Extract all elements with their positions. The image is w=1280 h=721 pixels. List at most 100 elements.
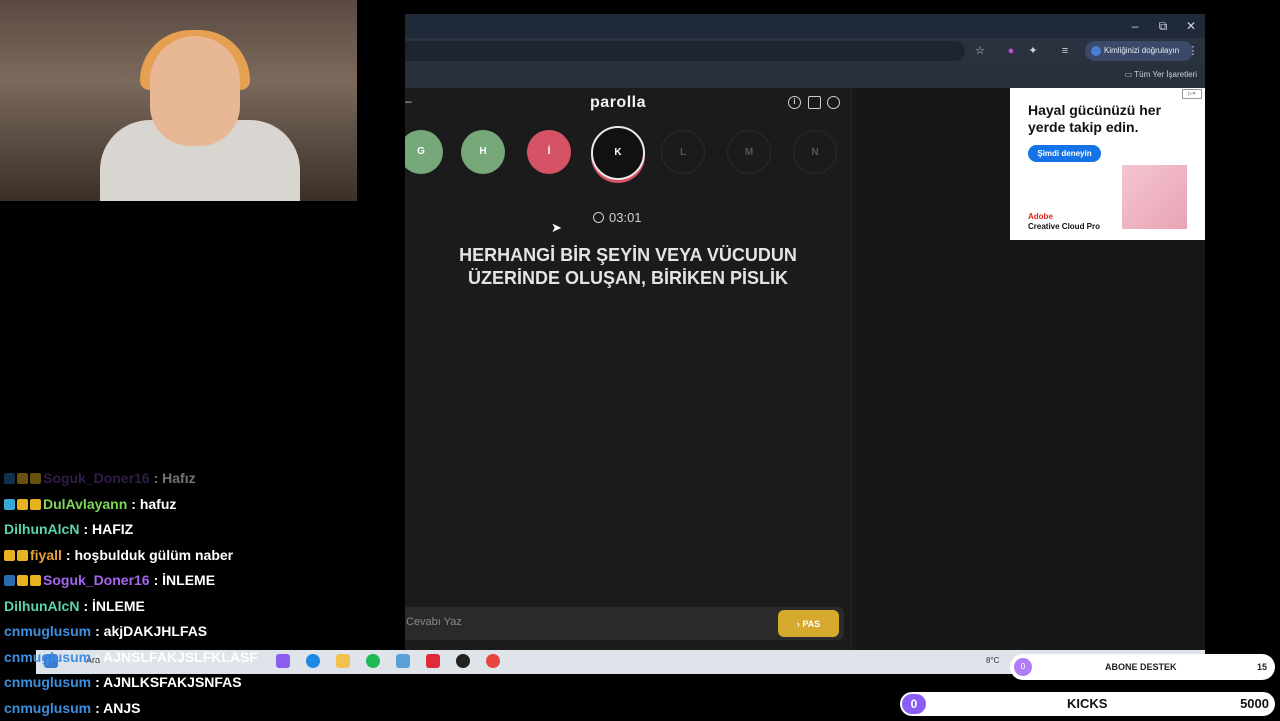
chat-text: : İNLEME <box>154 572 215 588</box>
media-icon[interactable]: ≡ <box>1057 43 1073 59</box>
timer: 03:01 <box>593 210 642 225</box>
badge-icon <box>17 575 28 586</box>
chat-text: : ANJS <box>95 700 140 716</box>
chat-message: fiyall: hoşbulduk gülüm naber <box>0 543 400 569</box>
ad-product: Creative Cloud Pro <box>1028 222 1100 231</box>
weather-text: 8°C <box>986 656 999 665</box>
chat-message: Soguk_Doner16: Hafız <box>0 466 400 492</box>
letter-done: G <box>405 130 443 174</box>
ad-headline: Hayal gücünüzü her yerde takip edin. <box>1028 102 1193 136</box>
badge-icon <box>4 575 15 586</box>
obs-icon[interactable] <box>456 654 470 668</box>
chat-username[interactable]: cnmuglusum <box>4 649 91 665</box>
browser-toolbar: ☆ ● ✦ ≡ Kimliğinizi doğrulayın ⋮ <box>405 38 1205 64</box>
chat-username[interactable]: DilhunAlcN <box>4 598 79 614</box>
kicks-goal: 5000 <box>1240 696 1269 711</box>
chat-message: cnmuglusum: akjDAKJHLFAS <box>0 619 400 645</box>
badge-icon <box>30 499 41 510</box>
chat-message: DulAvlayann: hafuz <box>0 492 400 518</box>
ad-cta-button[interactable]: Şimdi deneyin <box>1028 145 1101 162</box>
puzzle-icon[interactable]: ✦ <box>1025 43 1041 59</box>
all-bookmarks-link[interactable]: ▭ Tüm Yer İşaretleri <box>1125 70 1197 79</box>
chat-text: : hoşbulduk gülüm naber <box>66 547 233 563</box>
chat-username[interactable]: DilhunAlcN <box>4 521 79 537</box>
chat-username[interactable]: cnmuglusum <box>4 674 91 690</box>
question-text: HERHANGİ BİR ŞEYİN VEYA VÜCUDUN ÜZERİNDE… <box>425 244 831 290</box>
pass-button[interactable]: › PAS <box>778 610 839 637</box>
chat-message: cnmuglusum: AJNSLFAKJSLFKLASF <box>0 645 400 671</box>
chat-text: : İNLEME <box>83 598 144 614</box>
timer-value: 03:01 <box>609 210 642 225</box>
profile-icon <box>1091 46 1101 56</box>
chat-message: cnmuglusum: AJNLKSFAKJSNFAS <box>0 670 400 696</box>
sub-goal-count: 15 <box>1257 662 1267 672</box>
letter-pending: N <box>793 130 837 174</box>
chat-message: DilhunAlcN: HAFIZ <box>0 517 400 543</box>
ad-choices-icon[interactable]: ▷✕ <box>1182 89 1202 99</box>
chat-message: cnmuglusum: ANJS <box>0 696 400 721</box>
chat-username[interactable]: cnmuglusum <box>4 700 91 716</box>
ad-image <box>1122 165 1187 229</box>
chat-text: : AJNSLFAKJSLFKLASF <box>95 649 258 665</box>
mouse-cursor-icon: ➤ <box>551 220 562 236</box>
letter-done: H <box>461 130 505 174</box>
badge-icon <box>17 499 28 510</box>
answer-bar: › PAS <box>405 607 844 640</box>
page-content: – parolla i GHİKLMN 03:01 HERHANGİ BİR Ş… <box>405 88 1205 674</box>
kicks-goal-bar: 0 KICKS 5000 <box>900 692 1275 716</box>
sub-progress-dot: 0 <box>1014 658 1032 676</box>
letter-active: K <box>591 126 645 180</box>
adobe-logo: Adobe <box>1028 212 1100 222</box>
info-icon[interactable]: i <box>788 96 801 109</box>
browser-titlebar: – ⧉ ✕ <box>405 14 1205 38</box>
badge-icon <box>4 550 15 561</box>
chat-message: Soguk_Doner16: İNLEME <box>0 568 400 594</box>
back-icon[interactable]: – <box>405 94 412 108</box>
sub-goal-bar: 0 ABONE DESTEK 15 <box>1010 654 1275 680</box>
chat-username[interactable]: DulAvlayann <box>43 496 127 512</box>
letter-pending: M <box>727 130 771 174</box>
chat-text: : hafuz <box>131 496 176 512</box>
profile-button[interactable]: Kimliğinizi doğrulayın <box>1085 41 1193 61</box>
answer-input[interactable] <box>405 615 708 629</box>
kicks-label: KICKS <box>1067 696 1107 711</box>
letter-wrong: İ <box>527 130 571 174</box>
chat-username[interactable]: fiyall <box>30 547 62 563</box>
close-icon[interactable]: ✕ <box>1183 18 1199 34</box>
record-icon[interactable] <box>426 654 440 668</box>
chat-text: : akjDAKJHLFAS <box>95 623 207 639</box>
badge-icon <box>30 473 41 484</box>
account-icon[interactable] <box>827 96 840 109</box>
restore-icon[interactable]: ⧉ <box>1155 18 1171 34</box>
webcam-feed <box>0 0 357 201</box>
chat-text: : Hafız <box>154 470 196 486</box>
profile-label: Kimliğinizi doğrulayın <box>1104 46 1179 55</box>
stream-chat: Soguk_Doner16: HafızDulAvlayann: hafuzDi… <box>0 466 400 721</box>
chrome-icon[interactable] <box>486 654 500 668</box>
menu-icon[interactable]: ⋮ <box>1185 43 1201 59</box>
ad-brand: Adobe Creative Cloud Pro <box>1028 212 1100 232</box>
sub-goal-label: ABONE DESTEK <box>1105 662 1177 672</box>
letter-pending: L <box>661 130 705 174</box>
badge-icon <box>30 575 41 586</box>
bookmarks-bar: ▭ Tüm Yer İşaretleri <box>405 64 1205 88</box>
ad-banner[interactable]: ▷✕ Hayal gücünüzü her yerde takip edin. … <box>1010 88 1205 240</box>
chat-username[interactable]: Soguk_Doner16 <box>43 572 150 588</box>
browser-window: – ⧉ ✕ ☆ ● ✦ ≡ Kimliğinizi doğrulayın ⋮ ▭… <box>405 14 1205 674</box>
address-bar[interactable] <box>405 41 965 61</box>
minimize-icon[interactable]: – <box>1127 18 1143 34</box>
parolla-game: – parolla i GHİKLMN 03:01 HERHANGİ BİR Ş… <box>405 88 852 674</box>
chat-username[interactable]: Soguk_Doner16 <box>43 470 150 486</box>
star-icon[interactable]: ☆ <box>972 43 988 59</box>
chat-message: DilhunAlcN: İNLEME <box>0 594 400 620</box>
chat-username[interactable]: cnmuglusum <box>4 623 91 639</box>
stats-icon[interactable] <box>808 96 821 109</box>
chat-text: : AJNLKSFAKJSNFAS <box>95 674 242 690</box>
clock-icon <box>593 212 604 223</box>
webcam-face <box>150 36 240 146</box>
badge-icon <box>4 473 15 484</box>
game-title: parolla <box>555 94 681 112</box>
badge-icon <box>17 473 28 484</box>
badge-icon <box>4 499 15 510</box>
extension-icon[interactable]: ● <box>1003 43 1019 59</box>
